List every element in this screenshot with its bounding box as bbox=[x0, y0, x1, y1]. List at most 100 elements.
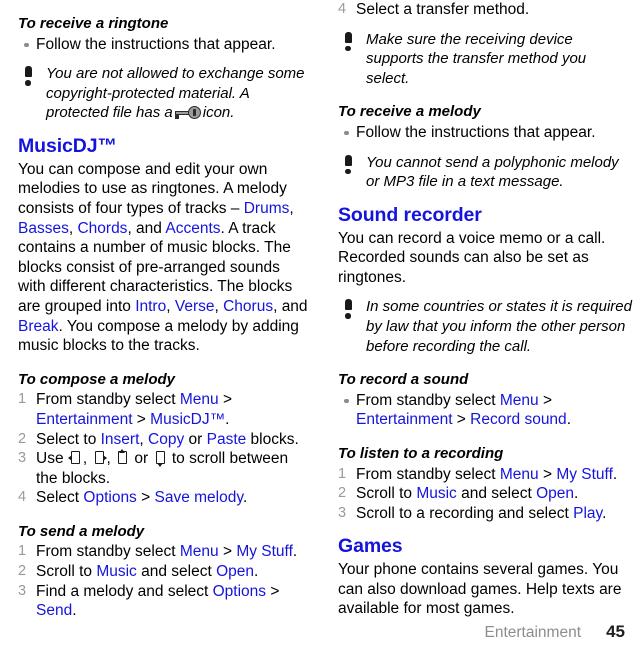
link-chords[interactable]: Chords bbox=[77, 220, 127, 237]
manual-page: To receive a ringtone Follow the instruc… bbox=[0, 0, 641, 650]
step-sep: or bbox=[184, 430, 207, 448]
step-sep: > bbox=[266, 582, 280, 600]
step-text: Scroll to a recording and select bbox=[356, 504, 574, 522]
left-column: To receive a ringtone Follow the instruc… bbox=[0, 0, 320, 620]
step-period: . bbox=[254, 563, 259, 581]
link-chorus[interactable]: Chorus bbox=[223, 298, 273, 315]
step-period: . bbox=[574, 485, 579, 503]
step-number: 2 bbox=[338, 485, 347, 502]
step-number: 3 bbox=[18, 582, 27, 599]
step-period: . bbox=[242, 489, 248, 507]
step-sep: > bbox=[538, 465, 557, 483]
step-period: . bbox=[602, 504, 607, 522]
bullet-text: Follow the instructions that appear. bbox=[36, 35, 276, 53]
step-text: Select a transfer method. bbox=[356, 1, 530, 18]
bullet-sep: > bbox=[538, 391, 552, 409]
link-entertainment[interactable]: Entertainment bbox=[356, 411, 453, 428]
table-row: 1 From standby select Menu > My Stuff. bbox=[338, 465, 632, 485]
nav-down-key-icon bbox=[154, 451, 167, 468]
list-item: Follow the instructions that appear. bbox=[338, 123, 632, 143]
link-insert[interactable]: Insert bbox=[101, 431, 140, 448]
step-number: 1 bbox=[18, 391, 27, 408]
table-row: 1 From standby select Menu > Entertainme… bbox=[18, 390, 310, 429]
procedure-title-send-melody: To send a melody bbox=[18, 522, 145, 540]
step-period: . bbox=[225, 410, 230, 428]
link-open[interactable]: Open bbox=[216, 563, 254, 580]
list-item: From standby select Menu > Entertainment… bbox=[338, 391, 632, 430]
step-sep: > bbox=[136, 489, 155, 507]
step-sep: > bbox=[218, 543, 237, 561]
step-text: From standby select bbox=[36, 543, 180, 561]
bullet-sep: > bbox=[452, 411, 471, 429]
step-sep: , bbox=[82, 450, 92, 468]
nav-right-key-icon bbox=[93, 451, 107, 465]
link-menu[interactable]: Menu bbox=[500, 392, 539, 409]
link-copy[interactable]: Copy bbox=[148, 431, 184, 448]
footer-chapter-label: Entertainment bbox=[484, 624, 582, 641]
link-my-stuff[interactable]: My Stuff bbox=[236, 543, 293, 560]
step-text: Find a melody and select bbox=[36, 582, 213, 600]
section-heading-musicdj: MusicDJ™ bbox=[18, 134, 117, 157]
link-accents[interactable]: Accents bbox=[165, 220, 220, 237]
link-options[interactable]: Options bbox=[83, 489, 136, 506]
note-polyphonic-text: You cannot send a polyphonic melody or M… bbox=[366, 153, 619, 191]
step-sep: or bbox=[130, 450, 153, 468]
table-row: 2 Scroll to Music and select Open. bbox=[338, 484, 632, 504]
bullet-text: Follow the instructions that appear. bbox=[356, 123, 596, 141]
section-paragraph-musicdj: You can compose and edit your own melodi… bbox=[18, 160, 308, 355]
link-drums[interactable]: Drums bbox=[244, 200, 290, 217]
section-paragraph-sound-recorder: You can record a voice memo or a call. R… bbox=[338, 229, 606, 286]
step-period: . bbox=[72, 602, 77, 620]
table-row: 2 Select to Insert, Copy or Paste blocks… bbox=[18, 430, 310, 450]
right-column: 4 Select a transfer method. Make sure th… bbox=[320, 0, 640, 620]
link-send[interactable]: Send bbox=[36, 602, 72, 619]
step-period: . bbox=[292, 543, 298, 561]
step-number: 4 bbox=[338, 1, 347, 17]
link-music[interactable]: Music bbox=[96, 563, 136, 580]
page-footer: Entertainment 45 bbox=[0, 618, 641, 642]
step-text: Scroll to bbox=[36, 563, 97, 581]
link-record-sound[interactable]: Record sound bbox=[470, 411, 567, 428]
bullet-text: From standby select bbox=[356, 391, 500, 409]
procedure-title-listen-recording: To listen to a recording bbox=[338, 444, 504, 462]
link-verse[interactable]: Verse bbox=[175, 298, 215, 315]
note-recording-law: In some countries or states it is requir… bbox=[338, 297, 632, 356]
table-row: 3 Scroll to a recording and select Play. bbox=[338, 504, 632, 524]
step-sep: and select bbox=[136, 563, 217, 581]
step-number: 2 bbox=[18, 430, 27, 447]
table-row: 4 Select Options > Save melody. bbox=[18, 488, 310, 508]
step-text: Select bbox=[36, 489, 84, 507]
nav-left-key-icon bbox=[67, 451, 82, 465]
section-heading-sound-recorder: Sound recorder bbox=[338, 203, 482, 226]
musicdj-para-e: . You compose a melody by adding music b… bbox=[18, 317, 299, 355]
link-break[interactable]: Break bbox=[18, 318, 59, 335]
link-menu[interactable]: Menu bbox=[180, 391, 219, 408]
link-play[interactable]: Play bbox=[573, 505, 602, 522]
note-polyphonic: You cannot send a polyphonic melody or M… bbox=[338, 153, 632, 192]
link-options[interactable]: Options bbox=[213, 583, 266, 600]
link-intro[interactable]: Intro bbox=[135, 298, 166, 315]
two-column-body: To receive a ringtone Follow the instruc… bbox=[0, 0, 641, 620]
procedure-title-compose-melody: To compose a melody bbox=[18, 370, 175, 388]
link-open[interactable]: Open bbox=[536, 485, 574, 502]
exclamation-icon bbox=[344, 299, 353, 319]
link-paste[interactable]: Paste bbox=[207, 431, 247, 448]
note-copyright-text: You are not allowed to exchange some cop… bbox=[46, 64, 310, 123]
link-menu[interactable]: Menu bbox=[180, 543, 219, 560]
table-row: 1 From standby select Menu > My Stuff. bbox=[18, 542, 310, 562]
step-sep: > bbox=[218, 391, 232, 409]
note-copyright: You are not allowed to exchange some cop… bbox=[18, 64, 310, 123]
link-entertainment[interactable]: Entertainment bbox=[36, 411, 133, 428]
step-period: . bbox=[612, 465, 618, 483]
section-heading-games: Games bbox=[338, 535, 403, 558]
link-music[interactable]: Music bbox=[416, 485, 456, 502]
link-save-melody[interactable]: Save melody bbox=[154, 489, 242, 506]
link-menu[interactable]: Menu bbox=[500, 466, 539, 483]
step-text: Scroll to bbox=[356, 485, 417, 503]
link-musicdj[interactable]: MusicDJ™ bbox=[150, 411, 225, 428]
footer-page-number: 45 bbox=[606, 622, 625, 641]
link-basses[interactable]: Basses bbox=[18, 220, 69, 237]
section-paragraph-games: Your phone contains several games. You c… bbox=[338, 561, 622, 618]
link-my-stuff[interactable]: My Stuff bbox=[556, 466, 613, 483]
table-row: 4 Select a transfer method. bbox=[338, 0, 632, 20]
